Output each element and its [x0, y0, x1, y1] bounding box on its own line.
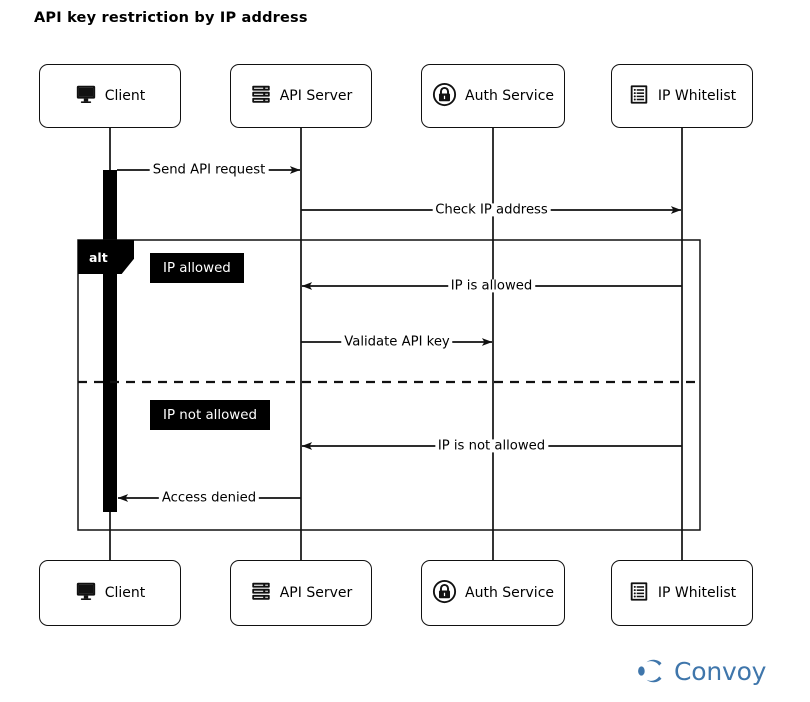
participant-top-ip-whitelist[interactable]: IP Whitelist [611, 64, 753, 128]
server-icon [250, 580, 272, 606]
monitor-icon [75, 83, 97, 109]
participant-label: Auth Service [465, 585, 555, 601]
message-label-5: Access denied [158, 491, 260, 505]
list-doc-icon [628, 580, 650, 607]
alt-guard-chip-1: IP not allowed [150, 400, 270, 430]
message-label-2: IP is allowed [447, 279, 536, 293]
participant-label: API Server [279, 585, 353, 601]
message-label-4: IP is not allowed [434, 439, 549, 453]
activation-bar-client [103, 170, 117, 512]
alt-guard-chip-0: IP allowed [150, 253, 244, 283]
list-doc-icon [628, 83, 650, 110]
message-label-0: Send API request [149, 163, 269, 177]
participant-top-auth-service[interactable]: Auth Service [421, 64, 565, 128]
message-label-1: Check IP address [432, 203, 551, 217]
message-label-3: Validate API key [341, 335, 453, 349]
lock-icon [432, 579, 457, 608]
convoy-mark-icon [638, 659, 662, 683]
participant-bottom-api-server[interactable]: API Server [230, 560, 372, 626]
alt-fragment-border [77, 239, 701, 531]
participant-bottom-ip-whitelist[interactable]: IP Whitelist [611, 560, 753, 626]
participant-label: IP Whitelist [657, 88, 737, 104]
lock-icon [432, 82, 457, 111]
participant-top-api-server[interactable]: API Server [230, 64, 372, 128]
sequence-diagram-canvas: API key restriction by IP address Client… [0, 0, 810, 702]
participant-bottom-client[interactable]: Client [39, 560, 181, 626]
alt-fragment-operator-tag: alt [78, 240, 134, 274]
convoy-logo: Convoy [637, 656, 766, 686]
participant-label: Client [104, 88, 146, 104]
participant-label: Auth Service [465, 88, 555, 104]
monitor-icon [75, 580, 97, 606]
server-icon [250, 83, 272, 109]
participant-top-client[interactable]: Client [39, 64, 181, 128]
participant-label: API Server [279, 88, 353, 104]
participant-label: IP Whitelist [657, 585, 737, 601]
convoy-wordmark: Convoy [674, 656, 767, 686]
participant-bottom-auth-service[interactable]: Auth Service [421, 560, 565, 626]
alt-operator-label: alt [89, 249, 108, 265]
activation-bars-group [103, 170, 117, 512]
participant-label: Client [104, 585, 146, 601]
alt-fragment-frame [77, 239, 701, 531]
